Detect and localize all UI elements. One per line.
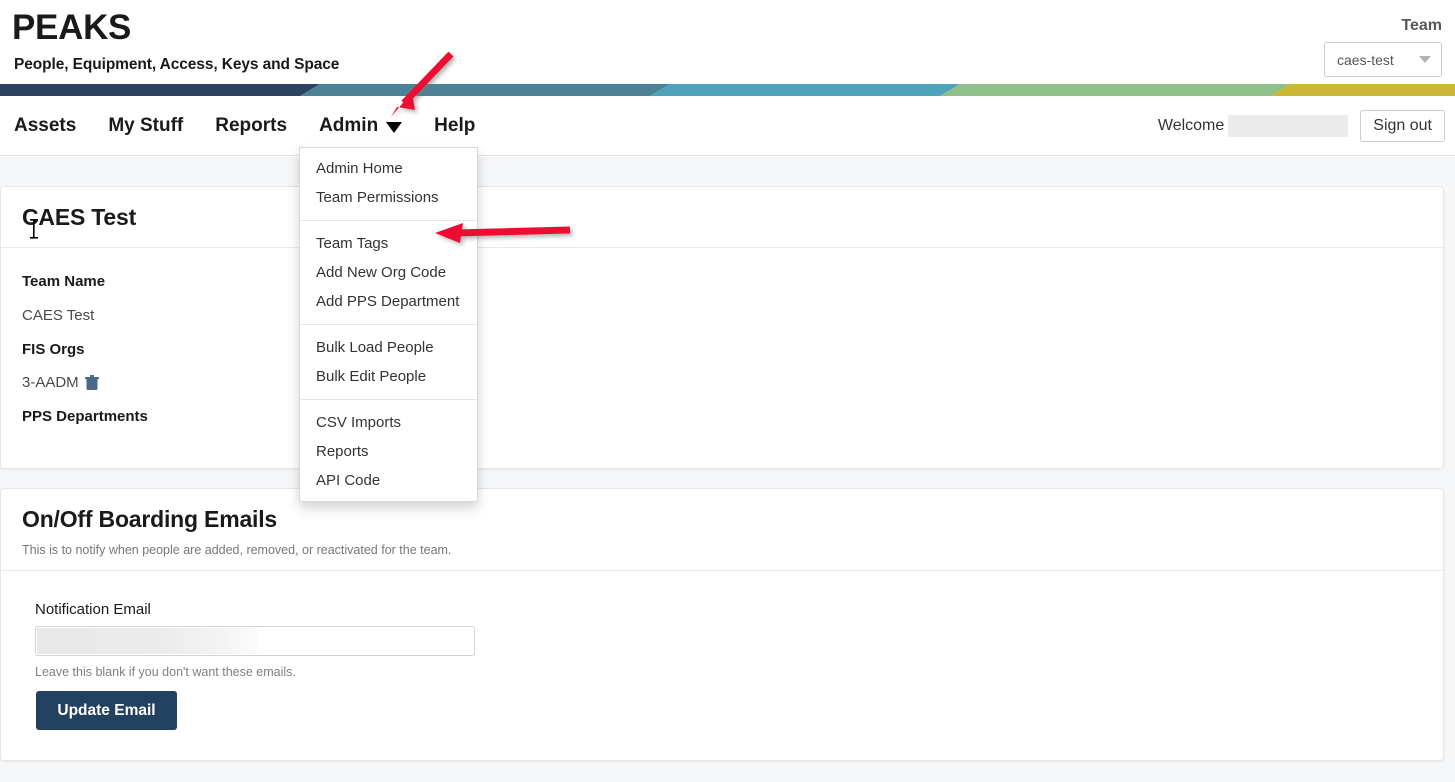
menu-item-csv-imports[interactable]: CSV Imports	[300, 408, 477, 437]
peaks-admin-page: PEAKS People, Equipment, Access, Keys an…	[0, 0, 1455, 782]
field-label-team-name: Team Name	[22, 273, 105, 290]
nav-item-label: Assets	[14, 115, 76, 137]
trash-icon[interactable]	[85, 375, 99, 391]
text-ibeam-cursor	[29, 218, 39, 245]
nav-item-assets[interactable]: Assets	[14, 115, 76, 137]
team-selector-value: caes-test	[1337, 52, 1394, 68]
menu-item-add-new-org-code[interactable]: Add New Org Code	[300, 258, 477, 287]
menu-divider	[300, 324, 477, 325]
nav-item-label: Admin	[319, 115, 378, 137]
field-value-fis-orgs: 3-AADM	[22, 374, 79, 391]
field-label-fis-orgs: FIS Orgs	[22, 341, 85, 358]
menu-divider	[300, 399, 477, 400]
menu-item-reports[interactable]: Reports	[300, 437, 477, 466]
brand-subtitle: People, Equipment, Access, Keys and Spac…	[14, 56, 339, 74]
notification-email-label: Notification Email	[35, 601, 151, 618]
brand-color-bar	[0, 84, 1455, 96]
menu-item-add-pps-department[interactable]: Add PPS Department	[300, 287, 477, 316]
menu-item-api-code[interactable]: API Code	[300, 466, 477, 495]
nav-item-help[interactable]: Help	[434, 115, 475, 137]
update-email-button[interactable]: Update Email	[36, 691, 177, 730]
emails-card-subtitle: This is to notify when people are added,…	[22, 543, 451, 557]
menu-divider	[300, 220, 477, 221]
menu-item-team-permissions[interactable]: Team Permissions	[300, 183, 477, 212]
team-selector[interactable]: caes-test	[1324, 42, 1442, 77]
nav-item-admin[interactable]: Admin	[319, 115, 402, 137]
field-value-fis-orgs-row: 3-AADM	[22, 374, 99, 391]
page-title: CAES Test	[22, 204, 136, 231]
nav-item-label: Help	[434, 115, 475, 137]
notification-email-input[interactable]	[35, 626, 475, 656]
team-label: Team	[1401, 17, 1442, 35]
masthead: PEAKS People, Equipment, Access, Keys an…	[0, 0, 1455, 84]
chevron-down-icon	[1419, 56, 1431, 63]
brand-title: PEAKS	[12, 8, 131, 48]
nav-user-area: Welcome Sign out	[1158, 96, 1445, 156]
onoff-boarding-emails-card: On/Off Boarding Emails This is to notify…	[0, 488, 1444, 761]
menu-item-admin-home[interactable]: Admin Home	[300, 154, 477, 183]
notification-email-value-redacted	[37, 628, 257, 654]
menu-item-bulk-load-people[interactable]: Bulk Load People	[300, 333, 477, 362]
nav-item-label: My Stuff	[108, 115, 183, 137]
emails-card-header: On/Off Boarding Emails This is to notify…	[1, 489, 1443, 571]
field-value-team-name: CAES Test	[22, 307, 94, 324]
page-body: CAES Test Team Name CAES Test FIS Orgs 3…	[0, 157, 1455, 782]
field-label-pps-departments: PPS Departments	[22, 408, 148, 425]
team-card-header: CAES Test	[1, 187, 1443, 248]
admin-dropdown-menu: Admin Home Team Permissions Team Tags Ad…	[299, 147, 478, 502]
nav-item-label: Reports	[215, 115, 287, 137]
main-navbar: Assets My Stuff Reports Admin Help Welco…	[0, 96, 1455, 156]
notification-email-help: Leave this blank if you don't want these…	[35, 665, 296, 679]
chevron-down-icon	[386, 122, 402, 133]
team-details-card: CAES Test Team Name CAES Test FIS Orgs 3…	[0, 186, 1444, 469]
user-name-redacted	[1228, 115, 1348, 137]
emails-card-title: On/Off Boarding Emails	[22, 506, 277, 533]
nav-item-reports[interactable]: Reports	[215, 115, 287, 137]
welcome-text: Welcome	[1158, 117, 1224, 135]
nav-item-my-stuff[interactable]: My Stuff	[108, 115, 183, 137]
menu-item-team-tags[interactable]: Team Tags	[300, 229, 477, 258]
menu-item-bulk-edit-people[interactable]: Bulk Edit People	[300, 362, 477, 391]
sign-out-button[interactable]: Sign out	[1360, 110, 1445, 142]
